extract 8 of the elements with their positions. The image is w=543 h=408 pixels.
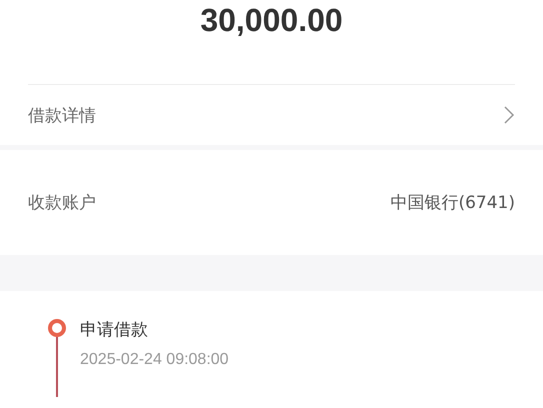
step-time: 2025-02-24 09:08:00 — [80, 351, 229, 369]
row-label: 收款账户 — [28, 192, 96, 214]
chevron-right-icon — [503, 105, 515, 125]
step-title: 申请借款 — [80, 319, 149, 341]
loan-detail-row[interactable]: 借款详情 — [28, 85, 515, 145]
row-value: 中国银行(6741) — [390, 192, 515, 214]
row-label: 借款详情 — [28, 104, 96, 126]
loan-amount: 30,000.00 — [199, 1, 344, 40]
